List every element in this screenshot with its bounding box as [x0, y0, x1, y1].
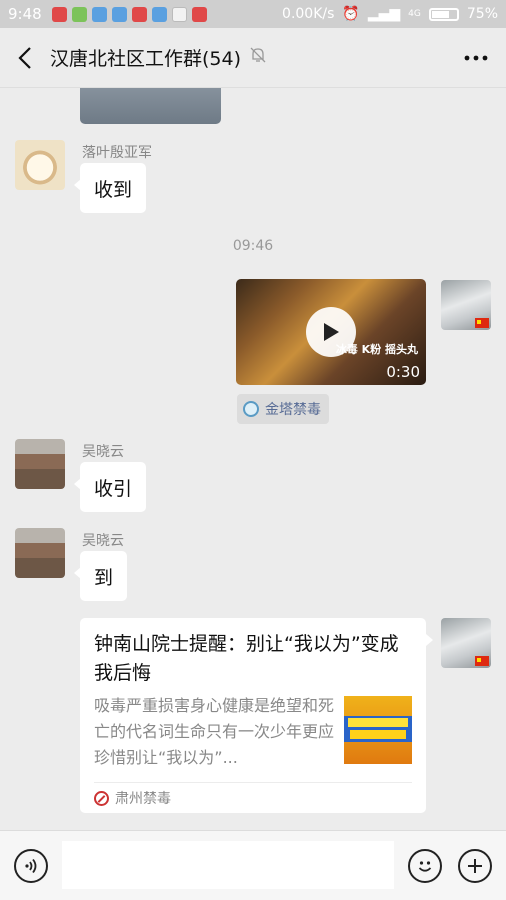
signal-icon: ▂▄▆	[367, 6, 401, 22]
source-logo-icon	[243, 401, 259, 417]
avatar[interactable]	[15, 528, 65, 578]
message-bubble[interactable]: 到	[73, 551, 128, 601]
chat-title-wrap: 汉唐北社区工作群(54)	[50, 44, 267, 71]
message-bubble[interactable]: 收引	[73, 462, 147, 512]
more-dots-icon[interactable]	[446, 28, 506, 88]
status-bar: 9:48 0.00K/s ⏰ ▂▄▆ 4G 75%	[0, 0, 506, 28]
article-card[interactable]: 钟南山院士提醒：别让“我以为”变成我后悔 吸毒严重损害身心健康是绝望和死亡的代名…	[80, 618, 433, 813]
network-type: 4G	[408, 9, 421, 19]
article-title: 钟南山院士提醒：别让“我以为”变成我后悔	[94, 633, 399, 684]
app-icon	[171, 6, 187, 22]
voice-icon[interactable]	[14, 849, 48, 883]
self-avatar[interactable]	[441, 280, 491, 330]
battery-percent: 75%	[466, 6, 498, 22]
previous-image-message[interactable]	[80, 88, 221, 124]
video-caption: 冰毒 K粉 摇头丸	[335, 343, 418, 356]
video-source-tag[interactable]: 金塔禁毒	[237, 394, 329, 424]
sender-name: 落叶殷亚军	[82, 145, 152, 161]
chat-header: 汉唐北社区工作群(54)	[0, 28, 506, 88]
article-thumbnail	[344, 696, 412, 764]
video-duration: 0:30	[386, 363, 420, 381]
article-description: 吸毒严重损害身心健康是绝望和死亡的代名词生命只有一次少年更应珍惜别让“我以为”.…	[94, 696, 335, 767]
sender-name: 吴晓云	[82, 444, 124, 460]
plus-icon[interactable]	[458, 849, 492, 883]
input-bar	[0, 830, 506, 900]
emoji-icon[interactable]	[408, 849, 442, 883]
avatar[interactable]	[15, 140, 65, 190]
weibo-icon	[191, 6, 207, 22]
alarm-icon: ⏰	[342, 6, 360, 22]
video-app-icon	[131, 6, 147, 22]
article-source-name: 肃州禁毒	[115, 791, 171, 807]
network-speed: 0.00K/s	[282, 6, 335, 22]
divider	[94, 782, 412, 783]
bell-off-icon	[249, 46, 267, 69]
app-icon	[91, 6, 107, 22]
video-app-icon	[51, 6, 67, 22]
no-drugs-icon	[94, 790, 109, 806]
video-source: 金塔禁毒	[265, 402, 321, 418]
article-source: 肃州禁毒	[94, 788, 171, 808]
message-bubble[interactable]: 收到	[73, 163, 147, 213]
chat-title: 汉唐北社区工作群(54)	[50, 48, 242, 70]
message-input[interactable]	[62, 841, 394, 889]
game-app-icon	[71, 6, 87, 22]
timestamp: 09:46	[232, 238, 274, 254]
video-message[interactable]: 冰毒 K粉 摇头丸 0:30	[236, 279, 426, 385]
status-time: 9:48	[8, 5, 42, 23]
sender-name: 吴晓云	[82, 533, 124, 549]
avatar[interactable]	[15, 439, 65, 489]
app-icon	[151, 6, 167, 22]
china-flag-icon	[475, 656, 489, 666]
self-avatar[interactable]	[441, 618, 491, 668]
china-flag-icon	[475, 318, 489, 328]
app-icon	[111, 6, 127, 22]
battery-icon	[428, 7, 459, 21]
chevron-left-icon[interactable]	[0, 28, 50, 88]
notification-icons	[51, 6, 207, 22]
message-list[interactable]: 落叶殷亚军 收到 09:46 冰毒 K粉 摇头丸 0:30 金塔禁毒 吴晓云 收…	[0, 88, 506, 830]
